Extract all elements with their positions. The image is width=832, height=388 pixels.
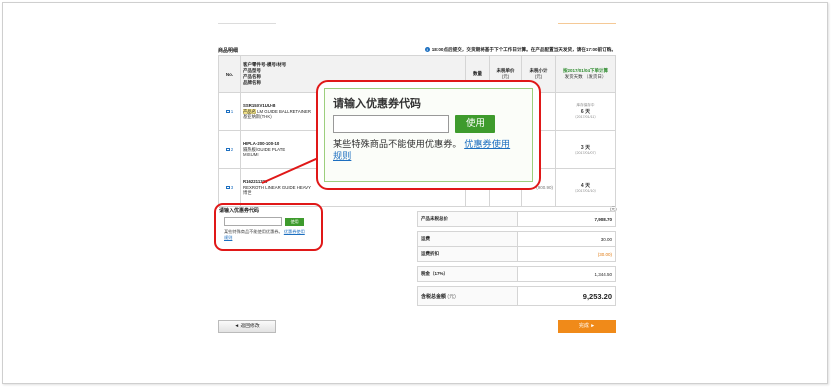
coupon-use-button[interactable]: 使用	[455, 115, 496, 133]
info-icon: i	[424, 47, 430, 52]
row-no-link[interactable]: 3	[218, 168, 241, 207]
section-title: 商品明细	[218, 48, 239, 54]
totals-row: 税金（17%） 1,344.50	[417, 266, 616, 282]
coupon-zoom-message: 某些特殊商品不能使用优惠券。 优惠券使用 规则	[333, 139, 511, 162]
row-no-link[interactable]: 1	[218, 92, 241, 131]
coupon-rules-link-2[interactable]: 规则	[333, 151, 351, 161]
top-divider-left	[218, 23, 276, 24]
totals-table: 产品未税总价 7,908.70 运费 30.00 运费折扣 (30.00) 税金（17…	[417, 211, 616, 306]
col-ship-days: 按2017/01/04下单计算 发货天数 （发货日）	[555, 55, 616, 93]
ship-days-cell: 3 天 （2017/01/07）	[555, 130, 616, 169]
totals-row: 运费折扣 (30.00)	[417, 246, 616, 262]
coupon-zoom-title: 请输入优惠券代码	[333, 98, 421, 110]
coupon-zoom-callout: 请输入优惠券代码 使用 某些特殊商品不能使用优惠券。 优惠券使用 规则	[316, 80, 541, 190]
highlight-box-small	[214, 203, 323, 251]
row-no-link[interactable]: 2	[218, 130, 241, 169]
totals-row: 产品未税总价 7,908.70	[417, 211, 616, 227]
grand-total-value: 9,253.20	[517, 286, 616, 306]
cart-icon	[225, 186, 230, 189]
product-tag: 产品名	[243, 108, 256, 114]
col-no: No.	[218, 55, 241, 93]
grand-total-row: 含税总金额 (元) 9,253.20	[417, 286, 616, 306]
back-button[interactable]: ◄ 返回修改	[218, 320, 276, 333]
ship-days-cell: 4 天 （2017/01/10）	[555, 168, 616, 207]
cart-icon	[225, 110, 230, 113]
totals-row: 运费 30.00	[417, 231, 616, 247]
coupon-input[interactable]	[333, 115, 449, 133]
coupon-rules-link[interactable]: 优惠券使用	[464, 139, 510, 149]
finish-button[interactable]: 完成 ►	[558, 320, 616, 333]
notice-text: i 18:00点后提交，交货期将基于下个工作日计算。在产品配置当天发货，请在17:…	[424, 47, 616, 52]
ship-days-cell: 库存保存中 6 天 （2017/01/11）	[555, 92, 616, 131]
top-divider-right	[558, 23, 616, 24]
cart-icon	[225, 148, 230, 151]
